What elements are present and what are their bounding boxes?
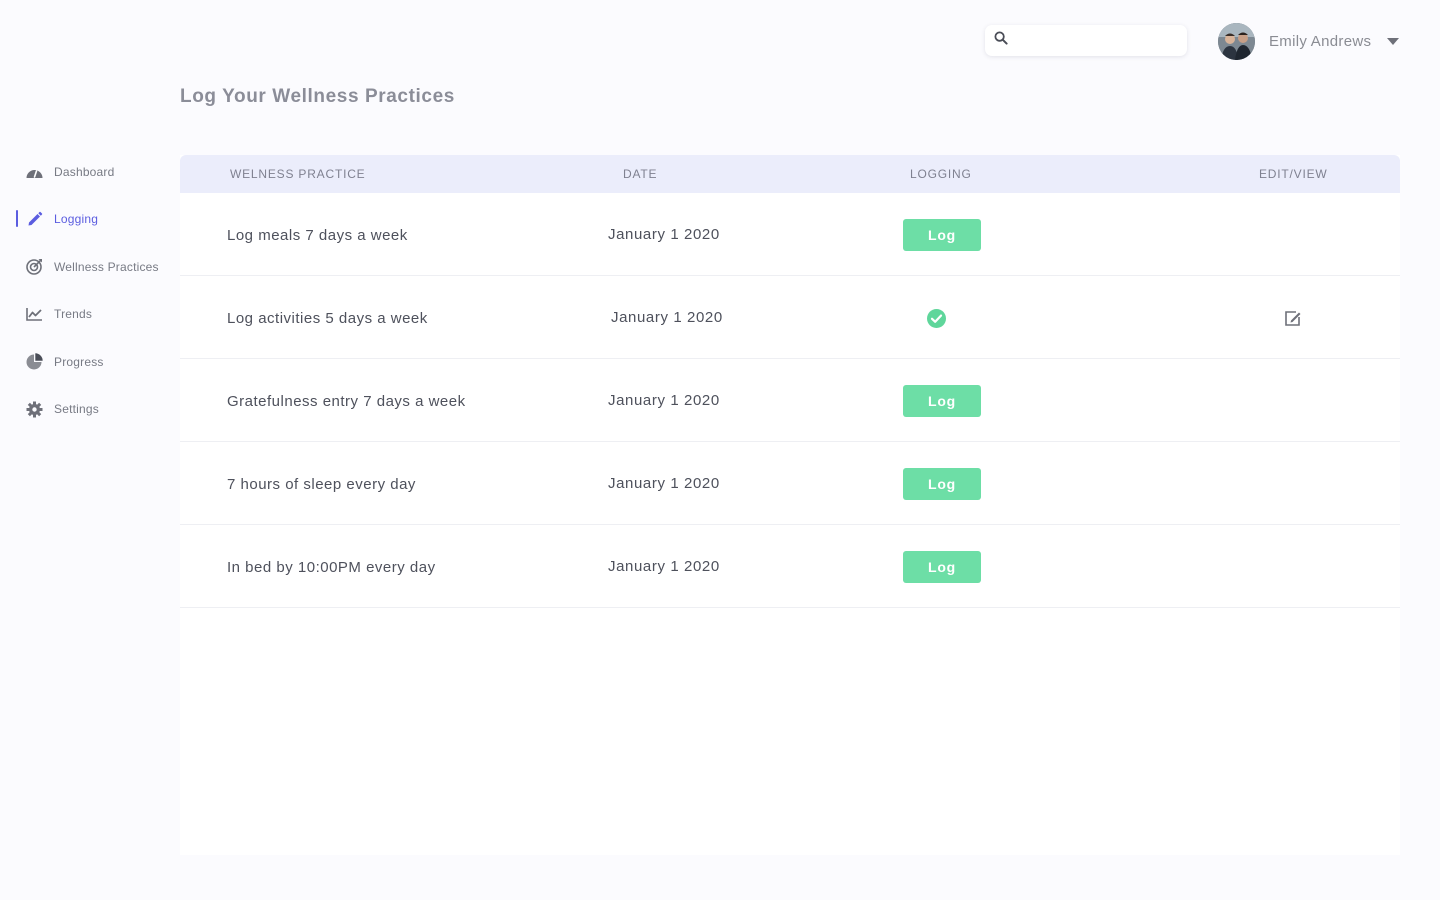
sidebar-item-wellness-practices[interactable]: Wellness Practices bbox=[0, 243, 170, 291]
pencil-icon bbox=[26, 211, 43, 228]
practices-table: WELNESS PRACTICE DATE LOGGING EDIT/VIEW … bbox=[180, 155, 1400, 855]
sidebar-item-label: Trends bbox=[54, 307, 93, 322]
edit-icon[interactable] bbox=[1284, 310, 1302, 327]
sidebar-item-label: Wellness Practices bbox=[54, 259, 159, 274]
column-header-edit-view: EDIT/VIEW bbox=[1259, 167, 1328, 181]
practice-date: January 1 2020 bbox=[611, 309, 723, 326]
caret-down-icon[interactable] bbox=[1387, 37, 1400, 45]
search-icon bbox=[994, 31, 1008, 50]
sidebar-item-label: Dashboard bbox=[54, 164, 115, 179]
sidebar-item-label: Logging bbox=[54, 212, 99, 227]
practice-name: Log activities 5 days a week bbox=[227, 310, 428, 327]
sidebar-item-logging[interactable]: Logging bbox=[0, 196, 170, 244]
user-menu[interactable]: Emily Andrews bbox=[1218, 22, 1400, 60]
practice-date: January 1 2020 bbox=[608, 226, 720, 243]
table-row: Log activities 5 days a week January 1 2… bbox=[180, 276, 1400, 359]
practice-date: January 1 2020 bbox=[608, 558, 720, 575]
table-row: In bed by 10:00PM every day January 1 20… bbox=[180, 525, 1400, 608]
sidebar-item-dashboard[interactable]: Dashboard bbox=[0, 148, 170, 196]
sidebar: Dashboard Logging Wellness Practices Tre… bbox=[0, 148, 170, 433]
table-row: 7 hours of sleep every day January 1 202… bbox=[180, 442, 1400, 525]
app-page: Emily Andrews Log Your Wellness Practice… bbox=[0, 0, 1440, 900]
gear-icon bbox=[26, 401, 43, 418]
log-button[interactable]: Log bbox=[903, 551, 981, 583]
pie-chart-icon bbox=[26, 353, 43, 370]
logged-check-icon bbox=[927, 309, 946, 328]
sidebar-item-progress[interactable]: Progress bbox=[0, 338, 170, 386]
search-input[interactable] bbox=[1008, 25, 1195, 56]
user-name[interactable]: Emily Andrews bbox=[1269, 33, 1371, 50]
column-header-date: DATE bbox=[623, 167, 658, 181]
table-row: Log meals 7 days a week January 1 2020 L… bbox=[180, 193, 1400, 276]
practice-date: January 1 2020 bbox=[608, 475, 720, 492]
sidebar-item-label: Progress bbox=[54, 354, 104, 369]
page-title: Log Your Wellness Practices bbox=[180, 86, 455, 107]
practice-name: In bed by 10:00PM every day bbox=[227, 559, 436, 576]
search-box[interactable] bbox=[985, 25, 1195, 56]
sidebar-item-label: Settings bbox=[54, 402, 99, 417]
trend-chart-icon bbox=[26, 306, 43, 323]
practice-date: January 1 2020 bbox=[608, 392, 720, 409]
column-header-practice: WELNESS PRACTICE bbox=[230, 167, 366, 181]
practice-name: 7 hours of sleep every day bbox=[227, 476, 416, 493]
column-header-logging: LOGGING bbox=[910, 167, 972, 181]
sidebar-item-settings[interactable]: Settings bbox=[0, 386, 170, 434]
log-button[interactable]: Log bbox=[903, 219, 981, 251]
sidebar-item-trends[interactable]: Trends bbox=[0, 291, 170, 339]
dashboard-gauge-icon bbox=[26, 163, 43, 180]
table-header: WELNESS PRACTICE DATE LOGGING EDIT/VIEW bbox=[180, 155, 1400, 193]
target-icon bbox=[26, 258, 43, 276]
log-button[interactable]: Log bbox=[903, 468, 981, 500]
practice-name: Log meals 7 days a week bbox=[227, 227, 408, 244]
table-row: Gratefulness entry 7 days a week January… bbox=[180, 359, 1400, 442]
practice-name: Gratefulness entry 7 days a week bbox=[227, 393, 466, 410]
avatar[interactable] bbox=[1218, 22, 1255, 60]
log-button[interactable]: Log bbox=[903, 385, 981, 417]
